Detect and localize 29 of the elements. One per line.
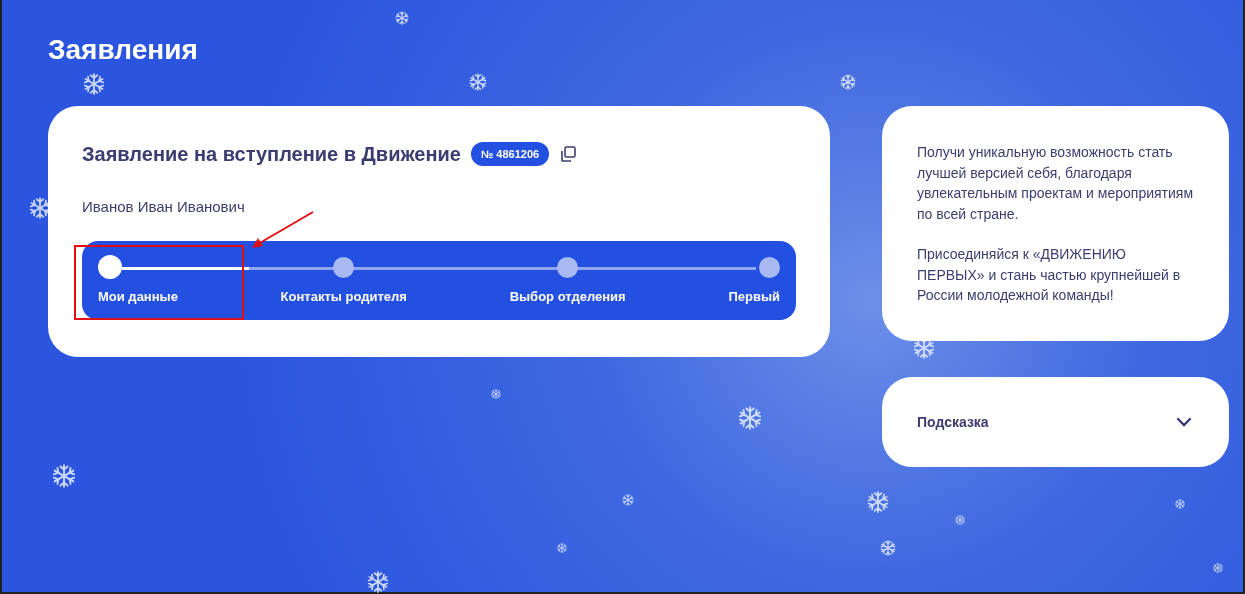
progress-step[interactable]: Контакты родителя <box>280 257 407 304</box>
snowflake-icon <box>469 73 487 91</box>
applicant-name: Иванов Иван Иванович <box>82 198 246 215</box>
annotation-arrow <box>250 210 316 250</box>
snowflake-icon <box>29 197 51 219</box>
hint-accordion[interactable]: Подсказка <box>882 377 1229 467</box>
snowflake-icon <box>367 571 389 593</box>
snowflake-icon <box>955 515 965 525</box>
snowflake-icon <box>880 540 896 556</box>
snowflake-icon <box>83 73 105 95</box>
info-paragraph: Получи уникальную возможность стать лучшей версией себя, благодаря увлекательным проектам и мероприятиям по всей стране. <box>917 143 1194 224</box>
application-number-badge: № 4861206 <box>471 142 550 166</box>
snowflake-icon <box>557 543 567 553</box>
copy-icon[interactable] <box>559 145 578 163</box>
snowflake-icon <box>867 491 889 513</box>
snowflake-icon <box>395 11 409 25</box>
progress-step[interactable]: Мои данные <box>98 257 178 304</box>
snowflake-icon <box>622 494 634 506</box>
snowflake-icon <box>1213 563 1223 573</box>
snowflake-icon <box>840 74 856 90</box>
application-title: Заявление на вступление в Движение <box>82 142 461 166</box>
snowflake-icon <box>738 406 762 430</box>
info-paragraph: Присоединяйся к «ДВИЖЕНИЮ ПЕРВЫХ» и стань частью крупнейшей в России молодежной команды! <box>917 245 1182 305</box>
snowflake-icon <box>491 389 501 399</box>
page-title: Заявления <box>48 34 199 66</box>
progress-step[interactable]: Выбор отделения <box>509 257 626 304</box>
progress-step[interactable]: Первый <box>728 257 780 304</box>
snowflake-icon <box>52 464 76 488</box>
snowflake-icon <box>1175 499 1185 509</box>
